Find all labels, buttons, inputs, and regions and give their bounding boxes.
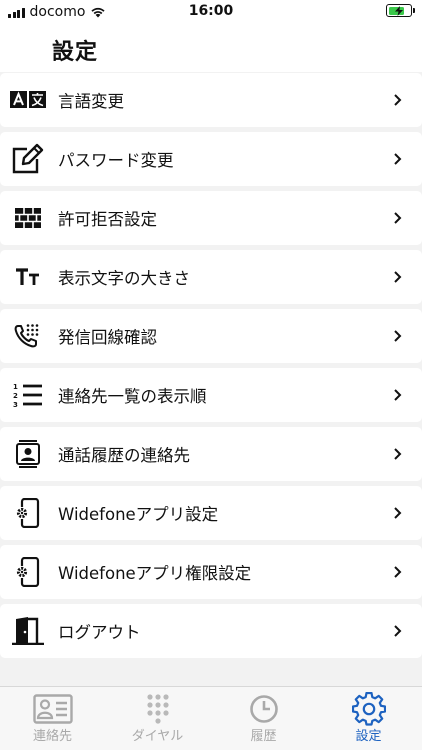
tab-contacts[interactable]: 連絡先 — [0, 687, 105, 750]
chevron-right-icon — [394, 507, 402, 519]
chevron-right-icon — [394, 389, 402, 401]
tab-settings[interactable]: 設定 — [316, 687, 421, 750]
chevron-right-icon — [394, 271, 402, 283]
setting-outgoing-line[interactable]: 発信回線確認 — [0, 309, 422, 363]
phone-gear-icon — [9, 553, 47, 591]
chevron-right-icon — [394, 212, 402, 224]
contact-card-icon — [9, 435, 47, 473]
phone-gear-icon — [9, 494, 47, 532]
setting-logout[interactable]: ログアウト — [0, 604, 422, 658]
page-title: 設定 — [52, 40, 99, 65]
text-size-icon — [9, 258, 47, 296]
phone-dialpad-icon — [9, 317, 47, 355]
setting-label: Widefoneアプリ権限設定 — [58, 564, 252, 583]
battery-charging-icon — [386, 4, 415, 17]
tab-label: 設定 — [355, 729, 382, 744]
svg-text:3: 3 — [13, 401, 18, 408]
status-bar: docomo 16:00 — [0, 0, 422, 24]
chevron-right-icon — [394, 448, 402, 460]
setting-allow-deny[interactable]: 許可拒否設定 — [0, 191, 422, 245]
chevron-right-icon — [394, 566, 402, 578]
tab-label: ダイヤル — [131, 729, 184, 744]
svg-text:2: 2 — [13, 392, 18, 400]
tab-label: 履歴 — [250, 729, 277, 744]
firewall-brick-icon — [9, 199, 47, 237]
setting-label: 表示文字の大きさ — [58, 269, 190, 288]
chevron-right-icon — [394, 330, 402, 342]
setting-label: 言語変更 — [58, 92, 124, 111]
contacts-icon — [32, 692, 73, 726]
setting-contact-order[interactable]: 1 2 3 連絡先一覧の表示順 — [0, 368, 422, 422]
setting-label: Widefoneアプリ設定 — [58, 505, 219, 524]
setting-label: 通話履歴の連絡先 — [58, 446, 190, 465]
tab-history[interactable]: 履歴 — [211, 687, 316, 750]
setting-label: ログアウト — [58, 623, 141, 642]
language-icon — [9, 81, 47, 119]
chevron-right-icon — [394, 625, 402, 637]
dialpad-icon — [138, 692, 178, 726]
chevron-right-icon — [394, 153, 402, 165]
setting-widefone-app[interactable]: Widefoneアプリ設定 — [0, 486, 422, 540]
setting-label: 発信回線確認 — [58, 328, 157, 347]
edit-pen-icon — [9, 140, 47, 178]
svg-text:1: 1 — [13, 383, 18, 391]
setting-label: 許可拒否設定 — [58, 210, 157, 229]
door-exit-icon — [9, 612, 47, 650]
setting-language[interactable]: 言語変更 — [0, 73, 422, 127]
numbered-list-icon: 1 2 3 — [9, 376, 47, 414]
chevron-right-icon — [394, 94, 402, 106]
status-time: 16:00 — [188, 3, 234, 19]
tab-bar: 連絡先 ダイヤル 履歴 設定 — [0, 686, 422, 750]
setting-call-history-contacts[interactable]: 通話履歴の連絡先 — [0, 427, 422, 481]
setting-widefone-permissions[interactable]: Widefoneアプリ権限設定 — [0, 545, 422, 599]
tab-label: 連絡先 — [32, 729, 72, 744]
header: 設定 — [0, 24, 422, 72]
setting-label: パスワード変更 — [58, 151, 174, 170]
setting-label: 連絡先一覧の表示順 — [58, 387, 207, 406]
tab-dial[interactable]: ダイヤル — [105, 687, 210, 750]
setting-text-size[interactable]: 表示文字の大きさ — [0, 250, 422, 304]
gear-icon — [349, 692, 389, 726]
clock-icon — [244, 692, 284, 726]
setting-password[interactable]: パスワード変更 — [0, 132, 422, 186]
